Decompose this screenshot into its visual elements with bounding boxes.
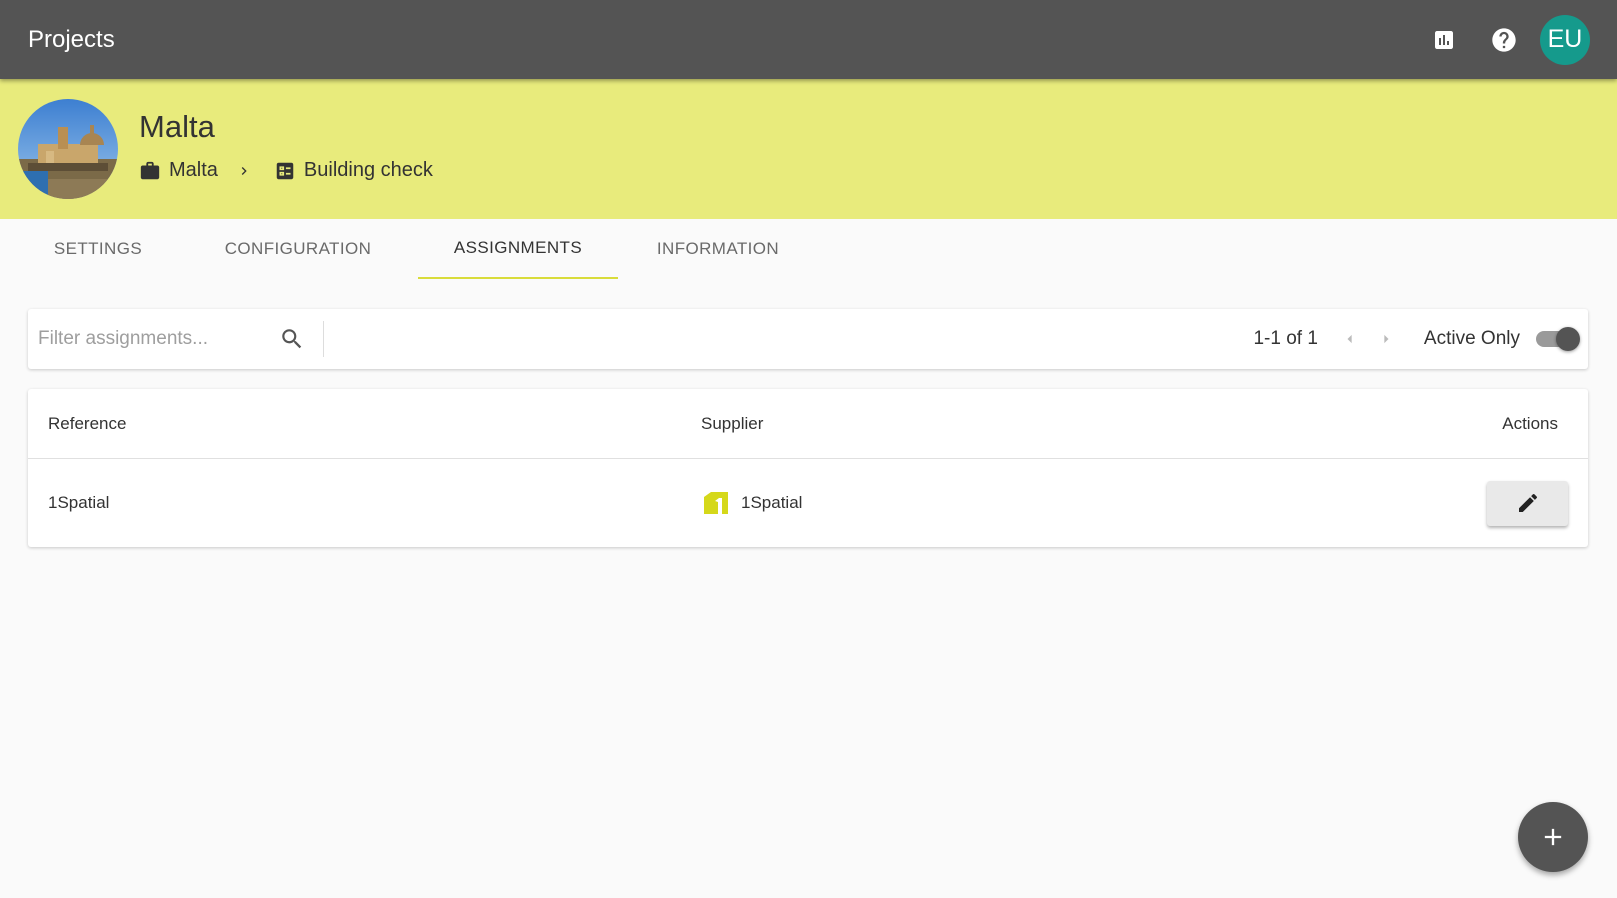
edit-icon [1518,493,1537,512]
checklist-icon [276,162,294,179]
table-row: 1Spatial 1Spatial [28,459,1588,547]
briefcase-icon [140,161,160,179]
breadcrumb: Malta Building check [139,159,433,182]
column-header-supplier: Supplier [701,414,764,433]
user-avatar[interactable]: EU [1540,14,1590,65]
project-avatar [18,99,118,199]
column-header-reference: Reference [48,414,127,433]
pagination-range: 1-1 of 1 [1253,328,1318,349]
reference-cell: 1Spatial [48,493,110,512]
app-bar: Projects EU [0,0,1617,79]
assignments-table: Reference Supplier Actions 1Spatial 1Spa… [28,389,1588,547]
bar-chart-icon[interactable] [1422,18,1466,62]
tab-settings[interactable]: SETTINGS [18,219,178,279]
1spatial-logo [704,492,728,514]
tab-information[interactable]: INFORMATION [618,219,818,279]
add-assignment-button[interactable] [1518,802,1588,872]
chevron-right-icon [236,163,252,179]
supplier-cell: 1Spatial [703,459,802,547]
plus-icon [1544,828,1562,846]
column-header-actions: Actions [1502,414,1558,433]
project-banner: Malta Malta Building check [0,79,1617,219]
project-title: Malta [139,109,215,144]
table-header: Reference Supplier Actions [28,389,1588,459]
actions-cell [1487,459,1568,547]
tab-configuration[interactable]: CONFIGURATION [178,219,418,279]
tab-assignments[interactable]: ASSIGNMENTS [418,219,618,279]
toolbar-divider [323,321,324,357]
edit-assignment-button[interactable] [1487,480,1568,526]
supplier-name: 1Spatial [741,493,803,512]
active-only-label: Active Only [1423,328,1520,349]
breadcrumb-workflow[interactable]: Building check [274,159,433,182]
tab-bar: SETTINGS CONFIGURATION ASSIGNMENTS INFOR… [18,219,818,279]
app-title: Projects [28,25,115,53]
assignments-toolbar: 1-1 of 1 Active Only [28,309,1588,369]
previous-page-icon[interactable] [1332,321,1368,357]
breadcrumb-project[interactable]: Malta [139,159,218,182]
breadcrumb-project-label: Malta [169,159,218,181]
toggle-thumb [1556,327,1580,351]
breadcrumb-workflow-label: Building check [303,159,433,181]
search-icon[interactable] [272,319,312,359]
help-icon[interactable] [1482,18,1526,62]
active-only-toggle[interactable] [1534,326,1582,352]
next-page-icon[interactable] [1368,321,1404,357]
filter-assignments-input[interactable] [38,328,268,350]
